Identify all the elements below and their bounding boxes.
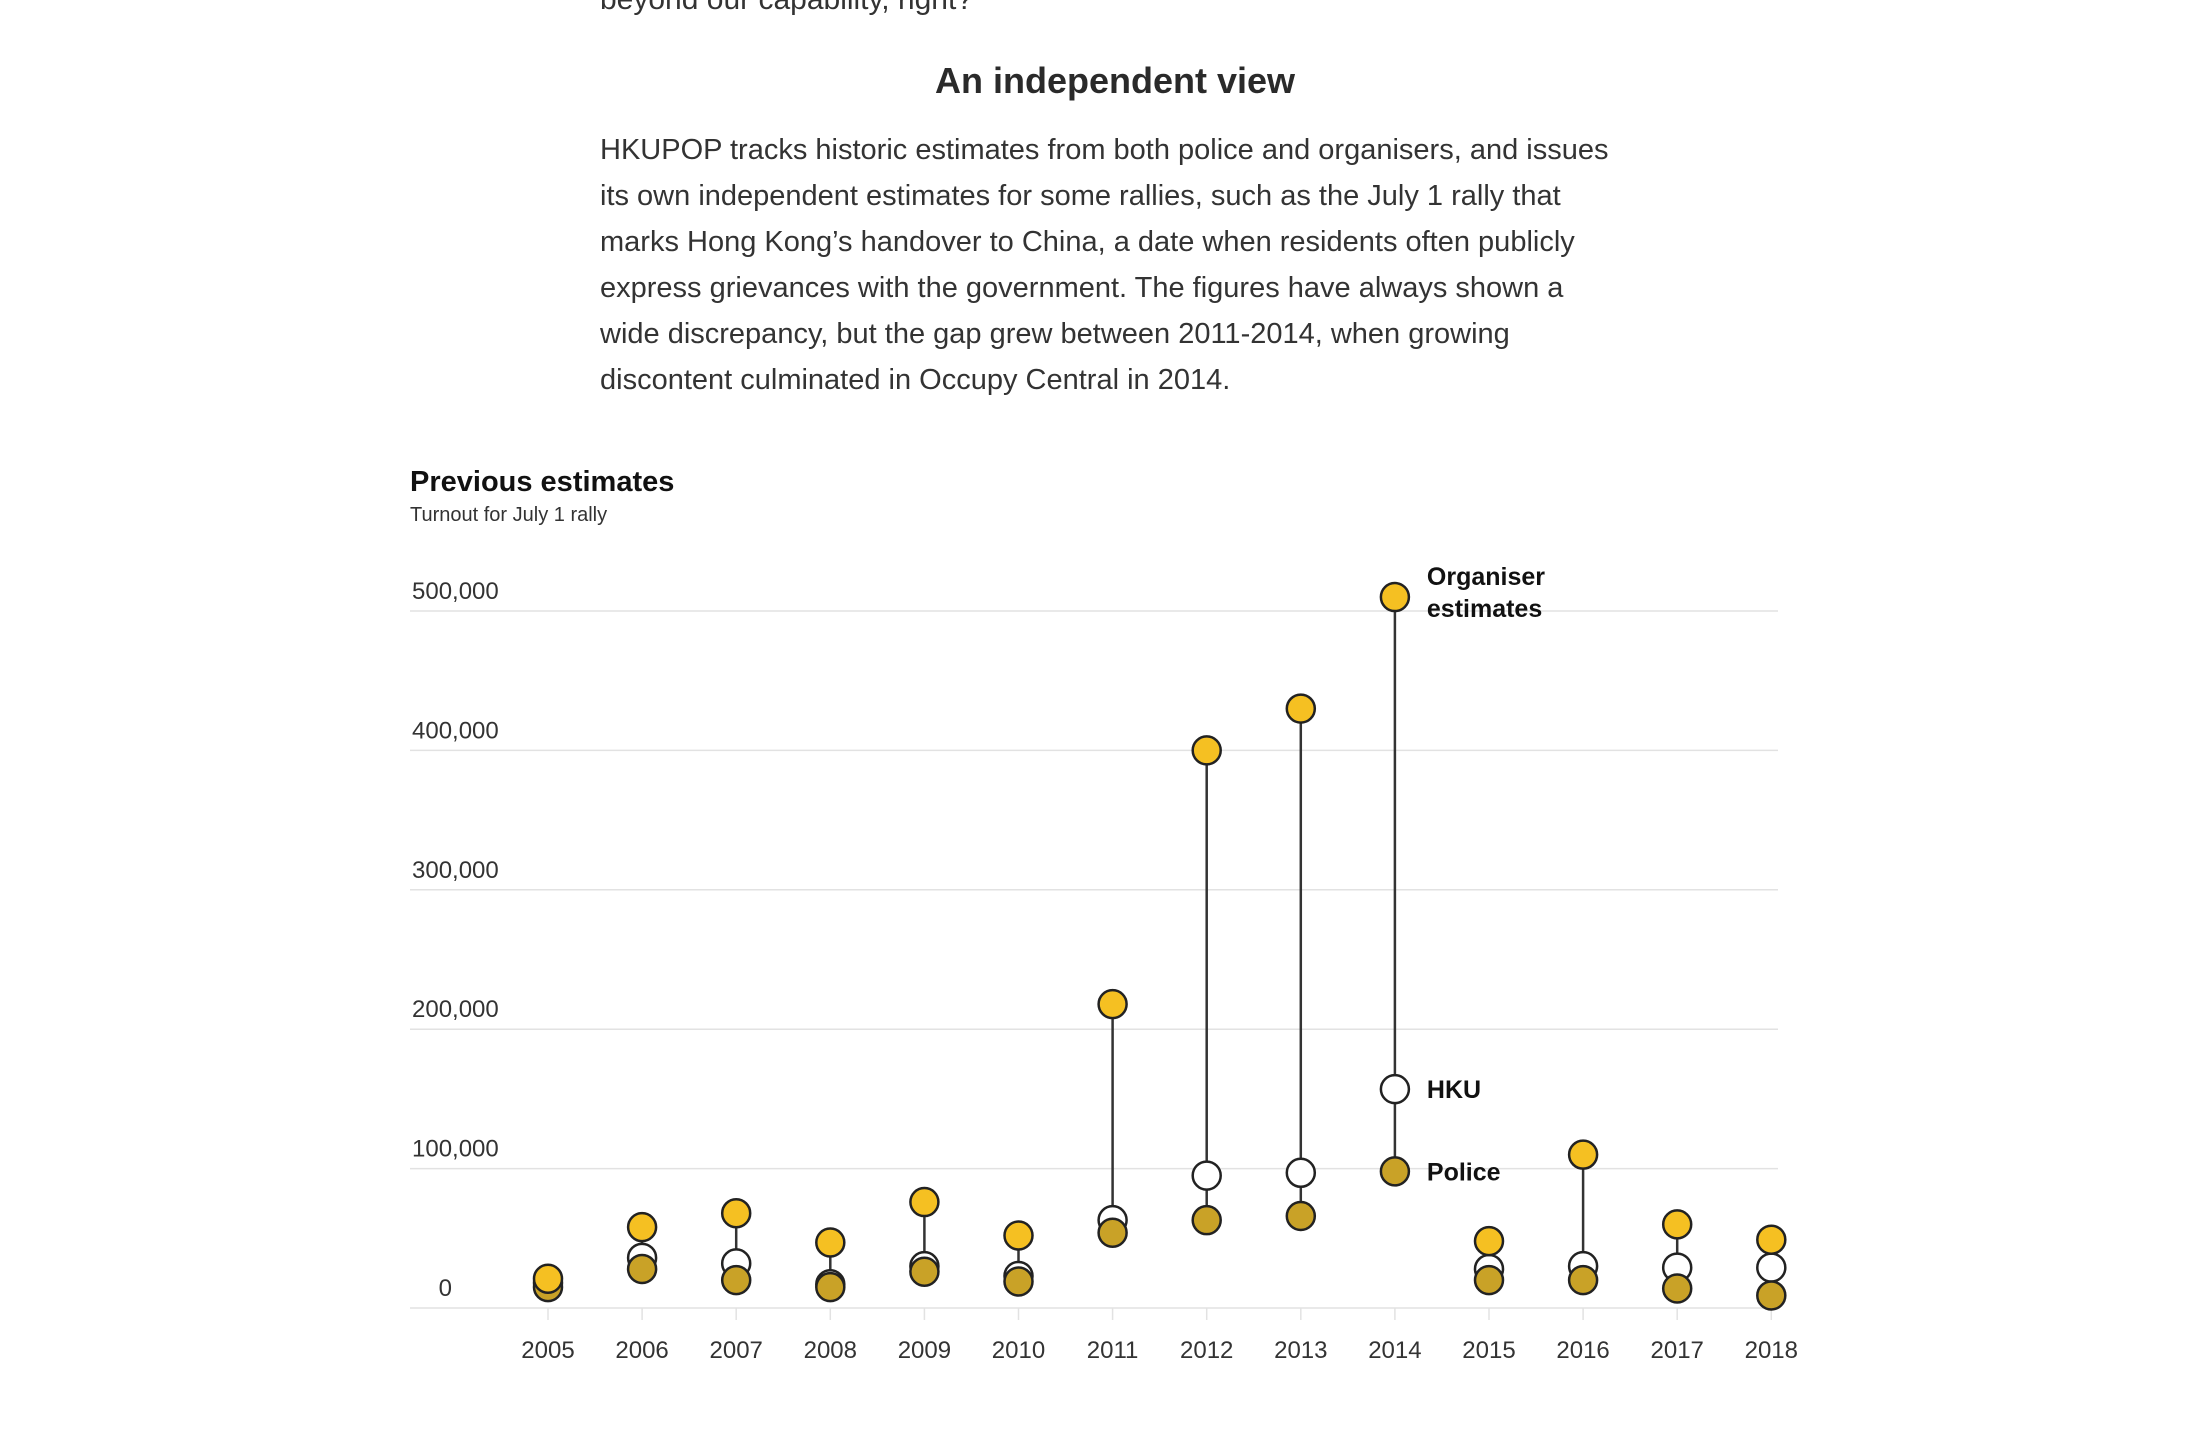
x-tick-label: 2014 <box>1368 1337 1421 1364</box>
x-tick-label: 2010 <box>992 1337 1045 1364</box>
police-point <box>815 1271 846 1303</box>
series-annotation: estimates <box>1427 595 1542 623</box>
x-tick-label: 2013 <box>1274 1337 1327 1364</box>
police-point <box>1285 1200 1317 1232</box>
y-tick-label: 100,000 <box>412 1136 499 1163</box>
police-point <box>1756 1280 1787 1311</box>
chart-subtitle: Turnout for July 1 rally <box>410 504 608 526</box>
police-point <box>1191 1204 1222 1236</box>
organiser-point <box>1191 735 1222 766</box>
chart-title: Previous estimates <box>410 466 675 498</box>
series-annotation: Organiser <box>1427 563 1545 591</box>
x-tick-label: 2009 <box>898 1337 951 1364</box>
x-tick-label: 2006 <box>615 1337 668 1364</box>
organiser-point <box>720 1197 752 1229</box>
hku-point <box>1379 1073 1411 1105</box>
organiser-point <box>815 1227 846 1258</box>
chart-header: Previous estimates Turnout for July 1 ra… <box>410 462 1810 528</box>
y-tick-label: 300,000 <box>412 857 499 884</box>
organiser-point <box>1661 1209 1693 1240</box>
x-tick-label: 2008 <box>804 1337 857 1364</box>
organiser-point <box>909 1186 940 1218</box>
x-tick-label: 2011 <box>1087 1337 1139 1364</box>
organiser-point <box>1473 1225 1505 1257</box>
organiser-point <box>1379 581 1411 613</box>
series-annotation: HKU <box>1427 1076 1481 1104</box>
hku-point <box>1756 1252 1787 1283</box>
organiser-point <box>626 1211 658 1243</box>
organiser-point <box>1285 693 1317 724</box>
police-point <box>1379 1156 1411 1187</box>
x-tick-label: 2005 <box>521 1337 574 1364</box>
organiser-point <box>1097 988 1128 1020</box>
x-tick-label: 2007 <box>710 1337 763 1364</box>
y-tick-label: 0 <box>439 1275 452 1302</box>
police-point <box>1473 1264 1505 1296</box>
x-tick-label: 2015 <box>1462 1337 1515 1364</box>
organiser-point <box>1756 1224 1787 1255</box>
police-point <box>1003 1266 1034 1297</box>
hku-point <box>1285 1157 1317 1189</box>
police-point <box>1097 1217 1128 1248</box>
y-tick-label: 200,000 <box>412 996 499 1023</box>
hku-point <box>1191 1160 1222 1191</box>
police-point <box>909 1256 940 1288</box>
y-tick-label: 400,000 <box>412 717 499 744</box>
series-annotation: Police <box>1427 1158 1501 1186</box>
police-point <box>1661 1273 1693 1304</box>
police-point <box>1567 1264 1599 1296</box>
x-tick-label: 2018 <box>1745 1337 1798 1364</box>
x-tick-label: 2012 <box>1180 1337 1233 1364</box>
organiser-point <box>532 1263 564 1294</box>
police-point <box>720 1264 752 1296</box>
x-tick-label: 2017 <box>1651 1337 1704 1364</box>
organiser-point <box>1567 1139 1599 1170</box>
organiser-point <box>1003 1220 1034 1251</box>
x-tick-label: 2016 <box>1556 1337 1609 1364</box>
y-tick-label: 500,000 <box>412 578 499 605</box>
police-point <box>626 1253 658 1285</box>
turnout-chart: 0 100,000 200,000 300,000 400,000 500,000 2005… <box>410 563 1798 1364</box>
